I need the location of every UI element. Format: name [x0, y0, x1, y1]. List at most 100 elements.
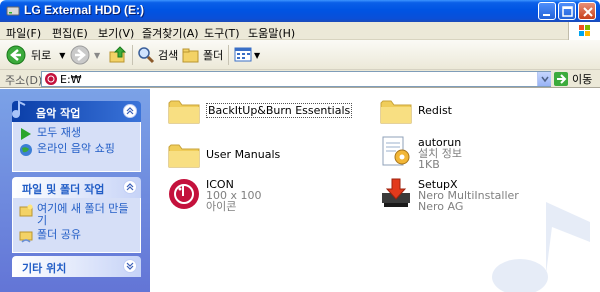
- share-folder-label: 폴더 공유: [37, 228, 81, 241]
- views-icon: [234, 47, 252, 62]
- file-name: User Manuals: [206, 148, 281, 161]
- music-tasks-title: 음악 작업: [36, 107, 81, 120]
- folder-icon: [380, 100, 412, 124]
- minimize-icon: [543, 14, 550, 16]
- toolbar-separator: [228, 45, 229, 65]
- file-item[interactable]: ICON 100 x 100 아이콘: [168, 177, 262, 212]
- menu-help[interactable]: 도움말(H): [248, 25, 295, 41]
- views-dropdown-icon[interactable]: ▼: [254, 51, 260, 60]
- music-tasks-body: 모두 재생 온라인 음악 쇼핑: [12, 122, 141, 172]
- go-button[interactable]: 이동: [554, 71, 592, 87]
- folders-icon: [182, 48, 199, 63]
- task-pane: 음악 작업 모두 재생 온라인 음악 쇼핑 파일 및 폴더 작업 여기에 새 폴…: [0, 89, 150, 292]
- file-item[interactable]: User Manuals: [168, 141, 280, 169]
- close-icon: [583, 7, 593, 17]
- file-folder-tasks-header[interactable]: 파일 및 폴더 작업: [12, 177, 141, 198]
- back-dropdown-icon[interactable]: ▼: [59, 51, 65, 60]
- close-button[interactable]: [578, 2, 596, 20]
- menu-bar: 파일(F) 편집(E) 보기(V) 즐겨찾기(A) 도구(T) 도움말(H): [0, 22, 600, 40]
- file-folder-tasks-body: 여기에 새 폴더 만들기 폴더 공유: [12, 198, 141, 253]
- windows-flag-icon: [579, 25, 590, 36]
- go-arrow-icon: [554, 72, 568, 86]
- toolbar: 뒤로 ▼ ▼ 검색 폴더 ▼: [0, 40, 600, 70]
- window-title: LG External HDD (E:): [24, 3, 145, 17]
- file-size: 1KB: [418, 158, 440, 171]
- lg-drive-icon: [45, 73, 57, 85]
- file-item[interactable]: BackItUp&Burn Essentials: [168, 97, 353, 125]
- views-button[interactable]: ▼: [234, 45, 260, 65]
- file-company: Nero AG: [418, 200, 464, 213]
- file-folder-tasks-title: 파일 및 폴더 작업: [22, 183, 105, 196]
- forward-dropdown-icon[interactable]: ▼: [94, 51, 100, 60]
- search-icon: [138, 47, 155, 64]
- music-tasks-panel: 음악 작업 모두 재생 온라인 음악 쇼핑: [12, 100, 141, 172]
- maximize-icon: [562, 6, 573, 17]
- file-view: BackItUp&Burn Essentials Redist User Man…: [150, 89, 600, 292]
- address-value: E:₩: [60, 73, 82, 86]
- drive-icon: [6, 6, 20, 16]
- music-tasks-header[interactable]: 음악 작업: [12, 100, 141, 122]
- folder-up-icon: [109, 46, 127, 63]
- new-folder-label: 여기에 새 폴더 만들기: [37, 202, 129, 227]
- windows-logo: [568, 22, 600, 40]
- address-dropdown-button[interactable]: [537, 72, 551, 86]
- folders-label: 폴더: [203, 49, 224, 62]
- menu-favorites[interactable]: 즐겨찾기(A): [142, 25, 199, 41]
- folder-icon: [168, 144, 200, 168]
- menu-file[interactable]: 파일(F): [6, 25, 41, 41]
- file-name: BackItUp&Burn Essentials: [206, 103, 353, 118]
- back-label: 뒤로: [31, 49, 52, 62]
- other-places-panel: 기타 위치: [12, 256, 141, 277]
- content-area: 음악 작업 모두 재생 온라인 음악 쇼핑 파일 및 폴더 작업 여기에 새 폴…: [0, 89, 600, 292]
- new-folder-icon: [19, 204, 33, 217]
- play-icon: [21, 128, 31, 140]
- folder-icon: [168, 100, 200, 124]
- play-all-link[interactable]: 모두 재생: [19, 127, 134, 141]
- collapse-button[interactable]: [123, 180, 137, 194]
- shop-music-label: 온라인 음악 쇼핑: [37, 142, 115, 155]
- up-button[interactable]: [108, 45, 128, 65]
- share-folder-icon: [19, 231, 33, 243]
- play-all-label: 모두 재생: [37, 126, 81, 139]
- back-button[interactable]: 뒤로 ▼: [6, 45, 65, 65]
- menu-edit[interactable]: 편집(E): [52, 25, 88, 41]
- share-folder-link[interactable]: 폴더 공유: [19, 229, 134, 243]
- file-item[interactable]: SetupX Nero MultiInstaller Nero AG: [380, 177, 519, 212]
- search-label: 검색: [158, 49, 179, 62]
- chevron-up-icon: [126, 183, 134, 191]
- new-folder-link[interactable]: 여기에 새 폴더 만들기: [19, 203, 134, 227]
- file-folder-tasks-panel: 파일 및 폴더 작업 여기에 새 폴더 만들기 폴더 공유: [12, 177, 141, 253]
- address-label: 주소(D): [5, 74, 43, 87]
- forward-arrow-icon: [70, 45, 90, 65]
- forward-button[interactable]: ▼: [70, 45, 100, 65]
- menu-tools[interactable]: 도구(T): [204, 25, 240, 41]
- lg-logo-icon: [169, 179, 199, 209]
- back-arrow-icon: [6, 45, 26, 65]
- chevron-up-icon: [126, 107, 134, 115]
- menu-view[interactable]: 보기(V): [98, 25, 134, 41]
- expand-button[interactable]: [123, 259, 137, 273]
- chevron-down-icon: [541, 76, 549, 83]
- file-item[interactable]: autorun 설치 정보 1KB: [380, 135, 462, 170]
- music-note-icon: [12, 100, 26, 118]
- globe-icon: [20, 144, 32, 156]
- file-item[interactable]: Redist: [380, 97, 452, 125]
- maximize-button[interactable]: [558, 2, 576, 20]
- file-name: Redist: [418, 104, 452, 117]
- folders-button[interactable]: 폴더: [182, 45, 223, 65]
- installer-icon: [382, 178, 410, 207]
- address-input[interactable]: E:₩: [41, 71, 551, 87]
- minimize-button[interactable]: [538, 2, 556, 20]
- other-places-title: 기타 위치: [22, 262, 67, 275]
- collapse-button[interactable]: [123, 104, 137, 118]
- settings-file-icon: [382, 136, 410, 166]
- other-places-header[interactable]: 기타 위치: [12, 256, 141, 277]
- title-bar: LG External HDD (E:): [0, 0, 600, 22]
- shop-music-link[interactable]: 온라인 음악 쇼핑: [19, 143, 134, 157]
- search-button[interactable]: 검색: [137, 45, 178, 65]
- chevron-down-icon: [126, 262, 134, 270]
- toolbar-separator: [132, 45, 133, 65]
- file-type: 아이콘: [206, 200, 237, 213]
- go-label: 이동: [572, 73, 593, 86]
- address-bar: 주소(D) E:₩ 이동: [0, 70, 600, 88]
